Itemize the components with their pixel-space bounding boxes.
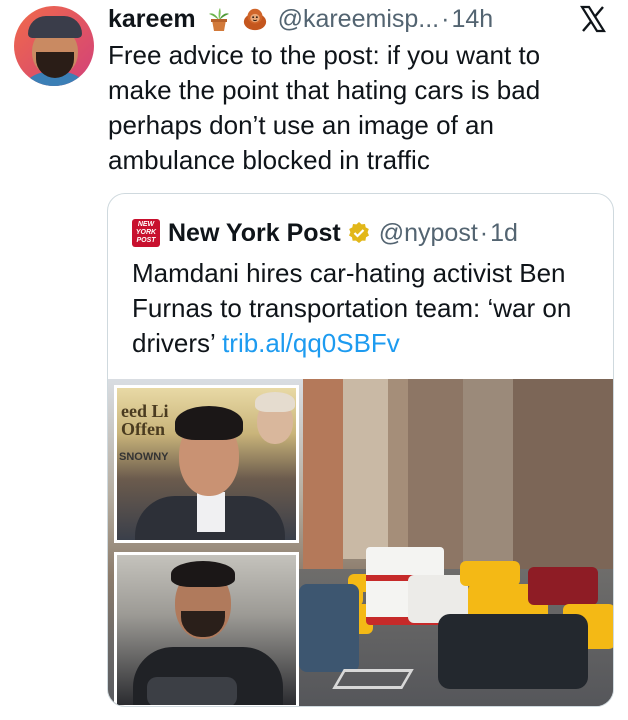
taxi	[460, 561, 520, 586]
man-hair	[171, 561, 235, 587]
quoted-header: NEW YORK POST New York Post @nypost · 1d	[132, 218, 518, 248]
building	[343, 379, 388, 559]
orangutan-icon	[242, 6, 268, 32]
potted-plant-icon	[206, 6, 232, 32]
dark-sedan	[438, 614, 588, 689]
inset-photo-top: eed Li Offen SNOWNY	[114, 385, 299, 543]
building	[463, 379, 513, 589]
man-collar	[197, 492, 225, 532]
red-suv	[528, 567, 598, 605]
tweet-text: Free advice to the post: if you want to …	[108, 40, 541, 175]
sign-text: Offen	[121, 419, 165, 439]
separator-dot: ·	[479, 218, 489, 247]
lane-marking	[332, 669, 414, 689]
quoted-time[interactable]: 1d	[490, 219, 518, 248]
avatar[interactable]	[14, 6, 94, 86]
building	[408, 379, 463, 569]
verified-badge-icon	[347, 221, 371, 245]
quoted-link[interactable]: trib.al/qq0SBFv	[222, 328, 400, 358]
author-handle[interactable]: @kareemisp...	[278, 5, 440, 34]
tweet-header: kareem @kareemisp... · 14h	[108, 4, 493, 34]
x-logo-icon[interactable]	[578, 4, 608, 34]
tweet[interactable]: kareem @kareemisp... · 14h Free advice t…	[0, 0, 628, 720]
tweet-time[interactable]: 14h	[451, 5, 493, 34]
nypost-logo: NEW YORK POST	[132, 219, 160, 247]
author-name[interactable]: kareem	[108, 5, 196, 34]
separator-dot: ·	[441, 4, 450, 33]
building	[303, 379, 343, 579]
microphones	[147, 677, 237, 705]
man-hair	[175, 406, 243, 440]
woman-hair	[255, 392, 295, 412]
avatar-cap	[28, 16, 82, 38]
inset-photo-bottom	[114, 552, 299, 706]
quoted-text: Mamdani hires car-hating activist Ben Fu…	[132, 256, 602, 361]
blue-car	[299, 584, 359, 672]
quoted-tweet[interactable]: NEW YORK POST New York Post @nypost · 1d…	[107, 193, 614, 707]
sign-text: eed Li	[121, 401, 169, 421]
quoted-media-image[interactable]: eed Li Offen SNOWNY	[108, 379, 613, 706]
quoted-author-handle[interactable]: @nypost	[379, 219, 478, 248]
sign-text: SNOWNY	[119, 451, 169, 463]
quoted-author-name[interactable]: New York Post	[168, 219, 341, 248]
